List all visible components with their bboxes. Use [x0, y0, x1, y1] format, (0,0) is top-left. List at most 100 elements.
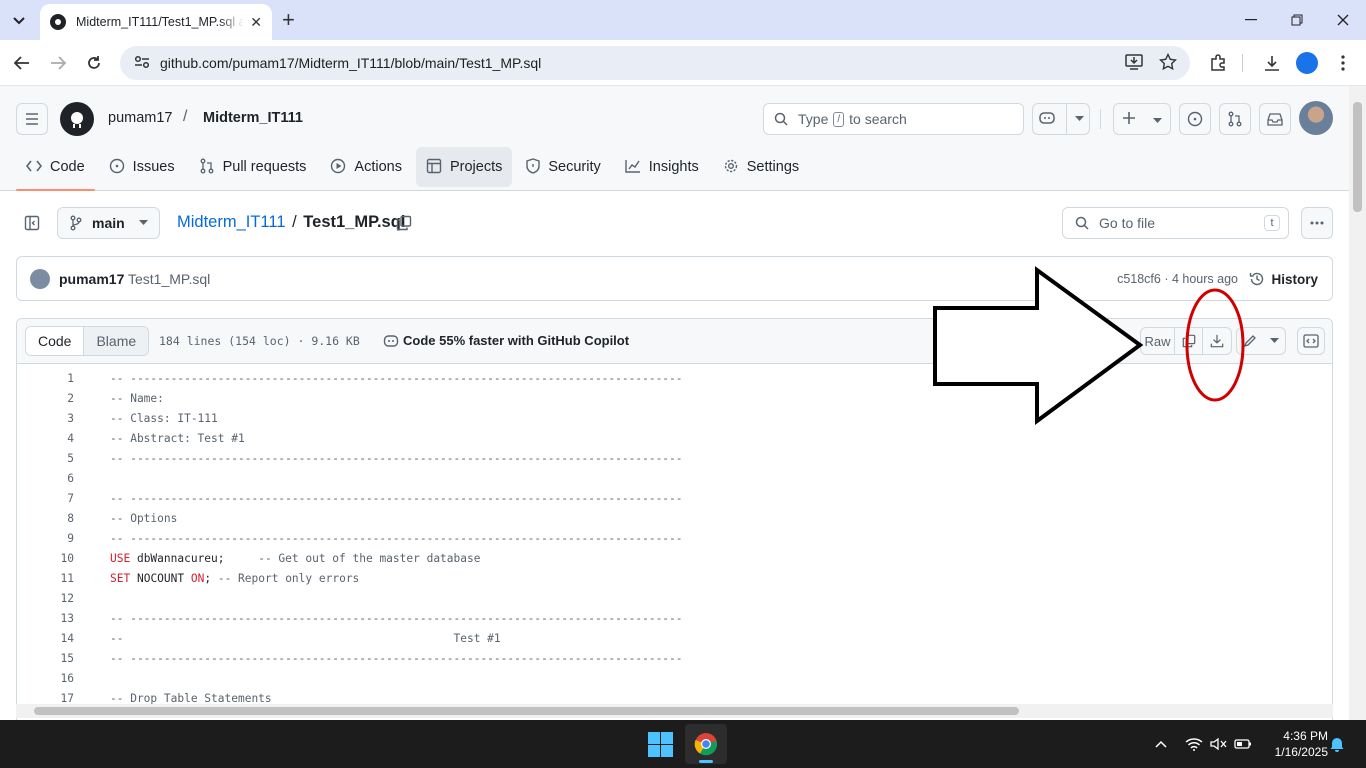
user-avatar[interactable]	[1299, 101, 1333, 135]
inbox-icon[interactable]	[1259, 103, 1291, 135]
branch-icon	[70, 215, 82, 231]
forward-arrow-icon[interactable]	[44, 49, 72, 77]
issues-icon[interactable]	[1179, 103, 1211, 135]
bookmark-star-icon[interactable]	[1158, 52, 1178, 74]
browser-tab-active[interactable]: Midterm_IT111/Test1_MP.sql at main ✕	[40, 4, 272, 40]
code-line: 7 -- ------------------------------------…	[67, 492, 683, 505]
more-options-icon[interactable]	[1301, 207, 1333, 239]
tab-projects[interactable]: Projects	[415, 147, 513, 187]
code-line: 16	[60, 672, 74, 685]
code-view-button[interactable]: Code	[26, 327, 85, 355]
copilot-button[interactable]	[1032, 103, 1090, 135]
history-button[interactable]: History	[1241, 263, 1326, 295]
profile-avatar[interactable]	[1293, 49, 1321, 77]
downloads-icon[interactable]	[1258, 49, 1286, 77]
repo-name-link[interactable]: Midterm_IT111	[203, 110, 303, 126]
tab-settings[interactable]: Settings	[713, 147, 809, 187]
horizontal-scrollbar[interactable]	[16, 704, 1333, 718]
tab-label: Actions	[354, 159, 402, 175]
avatar[interactable]	[30, 269, 50, 289]
shield-icon	[526, 157, 541, 177]
commit-author-link[interactable]: pumam17	[59, 271, 124, 287]
close-tab-icon[interactable]: ✕	[250, 14, 262, 31]
install-app-icon[interactable]	[1125, 54, 1143, 73]
tab-label: Settings	[746, 159, 800, 175]
tab-code[interactable]: Code	[16, 147, 95, 191]
battery-icon[interactable]	[1234, 720, 1252, 768]
extensions-icon[interactable]	[1204, 49, 1232, 77]
code-line: 5 -- ------------------------------------…	[67, 452, 683, 465]
download-raw-icon[interactable]	[1203, 328, 1231, 354]
commit-message-link[interactable]: Test1_MP.sql	[128, 271, 210, 287]
sidebar-toggle-icon[interactable]	[16, 207, 48, 239]
github-logo-icon[interactable]	[60, 102, 94, 136]
restore-window-icon[interactable]	[1274, 0, 1320, 40]
chevron-down-icon	[13, 12, 25, 28]
sql-line-set: SET NOCOUNT ON; -- Report only errors	[110, 572, 360, 585]
pull-requests-icon[interactable]	[1219, 103, 1251, 135]
minimize-window-icon[interactable]	[1228, 0, 1274, 40]
repo-owner-link[interactable]: pumam17	[108, 110, 172, 126]
scrollbar-thumb[interactable]	[1353, 102, 1362, 212]
windows-start-icon[interactable]	[648, 732, 673, 760]
code-line: 10 USE dbWannacureu; -- Get out of the ma…	[17, 549, 1332, 569]
vertical-scrollbar[interactable]	[1349, 86, 1366, 720]
active-app-indicator	[699, 760, 713, 763]
volume-muted-icon[interactable]	[1210, 720, 1228, 768]
chrome-icon	[694, 732, 718, 759]
close-window-icon[interactable]	[1320, 0, 1366, 40]
url-text: github.com/pumam17/Midterm_IT111/blob/ma…	[160, 55, 542, 71]
code-line: 4 -- Abstract: Test #1	[67, 432, 245, 445]
symbols-panel-icon[interactable]	[1297, 327, 1325, 355]
create-new-button[interactable]	[1113, 103, 1171, 135]
code-line: 14 -- Test #1	[60, 632, 501, 645]
new-tab-button[interactable]: +	[282, 8, 295, 32]
file-info: 184 lines (154 loc) · 9.16 KB	[159, 334, 360, 348]
tab-title: Midterm_IT111/Test1_MP.sql at main	[76, 15, 244, 29]
copy-raw-icon[interactable]	[1175, 328, 1203, 354]
blame-view-button[interactable]: Blame	[84, 327, 149, 355]
code-line: 8 -- Options	[67, 512, 178, 525]
site-info-icon[interactable]	[134, 55, 150, 72]
copy-path-icon[interactable]	[392, 211, 416, 235]
code-line: 12	[60, 592, 74, 605]
notification-bell-icon[interactable]	[1330, 720, 1344, 768]
search-input[interactable]: Type / to search	[763, 103, 1024, 135]
tab-pull-requests[interactable]: Pull requests	[189, 147, 317, 187]
tab-search-button[interactable]	[6, 7, 32, 33]
scrollbar-thumb[interactable]	[34, 707, 1019, 715]
table-icon	[426, 158, 442, 177]
copilot-promo-link[interactable]: Code 55% faster with GitHub Copilot	[383, 333, 629, 351]
go-to-file-placeholder: Go to file	[1099, 215, 1156, 231]
reload-icon[interactable]	[80, 49, 108, 77]
address-bar[interactable]: github.com/pumam17/Midterm_IT111/blob/ma…	[120, 46, 1190, 80]
pull-request-icon	[199, 158, 215, 177]
toolbar-divider	[1242, 54, 1243, 72]
tab-label: Code	[50, 159, 85, 175]
repo-breadcrumb-link[interactable]: Midterm_IT111	[177, 213, 286, 231]
tab-insights[interactable]: Insights	[615, 147, 709, 187]
wifi-icon[interactable]	[1185, 720, 1203, 768]
hamburger-menu-icon[interactable]	[16, 103, 48, 135]
browser-menu-icon[interactable]	[1329, 49, 1357, 77]
commit-meta[interactable]: c518cf6 · 4 hours ago	[1117, 272, 1238, 286]
tab-label: Pull requests	[222, 159, 307, 175]
chrome-taskbar-button[interactable]	[685, 724, 727, 764]
sql-line-use: USE dbWannacureu; -- Get out of the mast…	[110, 552, 481, 565]
system-clock[interactable]: 4:36 PM 1/16/2025	[1264, 728, 1328, 760]
search-placeholder-prefix: Type	[798, 111, 829, 127]
tab-issues[interactable]: Issues	[99, 147, 185, 187]
go-to-file-shortcut: t	[1264, 215, 1280, 231]
plus-icon	[1122, 111, 1136, 128]
search-icon	[1075, 216, 1089, 230]
tray-chevron-up-icon[interactable]	[1155, 720, 1167, 768]
edit-file-button[interactable]	[1236, 327, 1286, 355]
tab-security[interactable]: Security	[516, 147, 610, 187]
go-to-file-input[interactable]: Go to file t	[1062, 207, 1289, 239]
back-arrow-icon[interactable]	[8, 49, 36, 77]
tab-actions[interactable]: Actions	[320, 147, 412, 187]
code-line: 6	[67, 472, 74, 485]
branch-select-button[interactable]: main	[57, 207, 160, 239]
raw-button[interactable]: Raw	[1141, 328, 1175, 354]
breadcrumb-separator: /	[292, 213, 297, 231]
